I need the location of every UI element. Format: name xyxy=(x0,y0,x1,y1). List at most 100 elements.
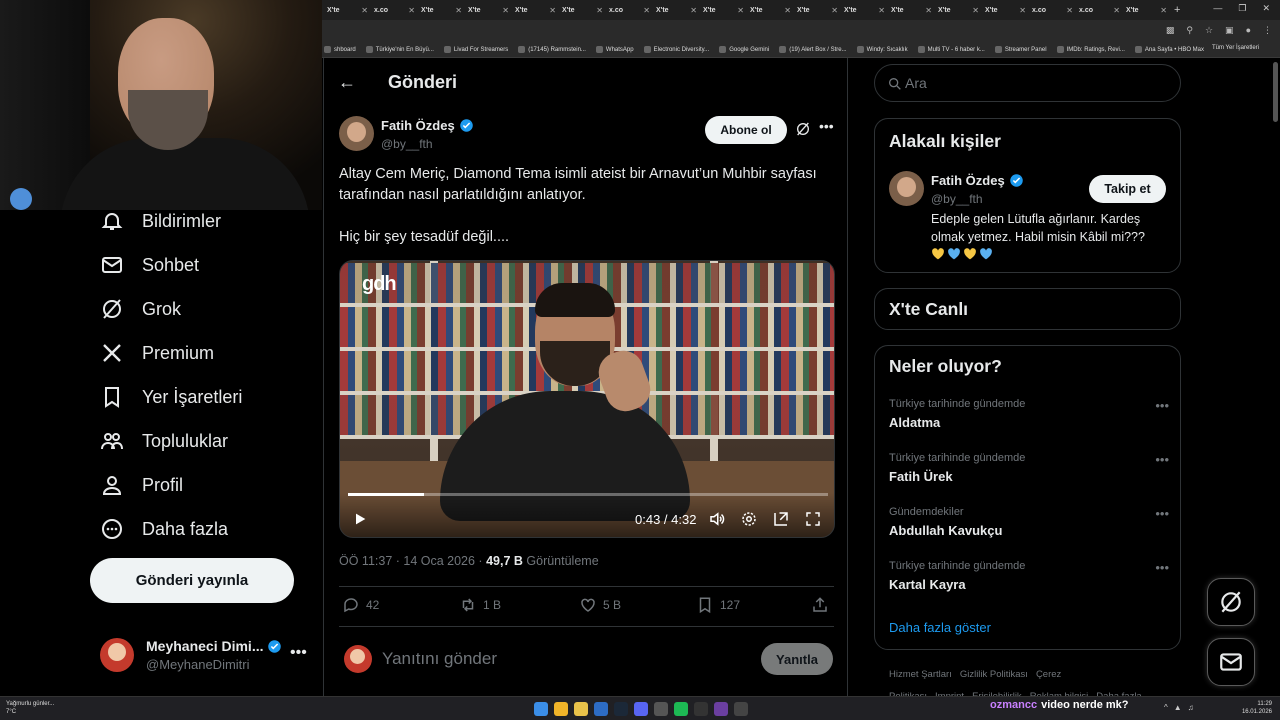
bookmark-item[interactable]: Multi TV - 6 haber k... xyxy=(917,46,985,53)
account-switcher[interactable]: Meyhaneci Dimi... @MeyhaneDimitri ••• xyxy=(100,636,310,680)
trend-item[interactable]: Türkiye tarihinde gündemde Fatih Ürek ••… xyxy=(889,452,1169,484)
weather-widget[interactable]: Yağmurlu günler... 7°C xyxy=(6,700,54,716)
reply-action[interactable]: 42 xyxy=(342,596,379,614)
close-tab-icon[interactable]: ✕ xyxy=(737,6,744,15)
trend-item[interactable]: Gündemdekiler Abdullah Kavukçu ••• xyxy=(889,506,1169,538)
bookmark-item[interactable]: Windy: Sıcaklık xyxy=(856,46,908,53)
browser-tab[interactable]: X'te ✕ xyxy=(324,2,371,18)
app-icon[interactable] xyxy=(594,702,608,716)
footer-link[interactable]: Gizlilik Politikası xyxy=(960,669,1028,680)
browser-tab[interactable]: X'te ✕ xyxy=(1123,2,1170,18)
bookmark-item[interactable]: Electronic Diversity... xyxy=(643,46,709,53)
all-bookmarks[interactable]: Tüm Yer İşaretleri xyxy=(1212,45,1272,51)
more-horizontal-icon[interactable]: ••• xyxy=(290,644,307,662)
chrome-icon[interactable] xyxy=(554,702,568,716)
close-tab-icon[interactable]: ✕ xyxy=(1019,6,1026,15)
settings-gear-icon[interactable] xyxy=(740,510,758,528)
avatar[interactable] xyxy=(889,171,924,206)
nav-item-premium[interactable]: Premium xyxy=(100,338,214,368)
volume-icon[interactable] xyxy=(708,510,726,528)
browser-tab[interactable]: X'te ✕ xyxy=(559,2,606,18)
trend-item[interactable]: Türkiye tarihinde gündemde Kartal Kayra … xyxy=(889,560,1169,592)
more-options-icon[interactable]: ••• xyxy=(1155,506,1169,521)
browser-tab[interactable]: x.co ✕ xyxy=(1029,2,1076,18)
subscribe-button[interactable]: Abone ol xyxy=(705,116,787,144)
volume-icon[interactable]: ♫ xyxy=(1188,703,1194,712)
close-tab-icon[interactable]: ✕ xyxy=(1066,6,1073,15)
back-arrow-icon[interactable]: ← xyxy=(338,72,356,93)
bookmark-item[interactable]: Streamer Panel xyxy=(994,46,1047,53)
share-action[interactable] xyxy=(811,596,829,614)
restore-icon[interactable]: ❐ xyxy=(1238,3,1246,14)
bookmark-item[interactable]: (19) Alert Box / Stre... xyxy=(779,46,847,53)
picture-in-picture-icon[interactable] xyxy=(772,510,790,528)
star-icon[interactable]: ☆ xyxy=(1205,25,1213,36)
close-tab-icon[interactable]: ✕ xyxy=(643,6,650,15)
avatar[interactable] xyxy=(339,116,374,151)
play-icon[interactable] xyxy=(352,511,368,527)
start-icon[interactable] xyxy=(534,702,548,716)
nav-item-bookmarks[interactable]: Yer İşaretleri xyxy=(100,382,242,412)
bookmark-item[interactable]: shboard xyxy=(324,46,356,53)
more-options-icon[interactable]: ••• xyxy=(1155,560,1169,575)
tweet-timestamp[interactable]: ÖÖ 11:37 · 14 Oca 2026 · xyxy=(339,554,486,568)
network-icon[interactable]: ▲ xyxy=(1174,703,1182,712)
browser-tab[interactable]: X'te ✕ xyxy=(935,2,982,18)
author-name-row[interactable]: Fatih Özdeş xyxy=(381,118,474,133)
live-card[interactable]: X'te Canlı xyxy=(874,288,1181,330)
reply-input[interactable]: Yanıtını gönder xyxy=(382,649,497,669)
menu-icon[interactable]: ⋮ xyxy=(1263,25,1272,36)
related-handle[interactable]: @by__fth xyxy=(931,192,983,206)
browser-tab[interactable]: X'te ✕ xyxy=(888,2,935,18)
bookmark-item[interactable]: Ana Sayfa • HBO Max xyxy=(1134,46,1204,53)
like-action[interactable]: 5 B xyxy=(579,596,621,614)
folder-icon[interactable] xyxy=(574,702,588,716)
cast-icon[interactable]: ▩ xyxy=(1166,25,1175,36)
grok-fab[interactable] xyxy=(1207,578,1255,626)
browser-tab[interactable]: X'te ✕ xyxy=(841,2,888,18)
related-name-row[interactable]: Fatih Özdeş xyxy=(931,173,1024,188)
more-options-icon[interactable]: ••• xyxy=(819,118,834,134)
fullscreen-icon[interactable] xyxy=(804,510,822,528)
grok-icon[interactable] xyxy=(795,121,811,137)
search-input[interactable]: Ara xyxy=(874,64,1181,102)
video-progress-bar[interactable] xyxy=(348,493,828,496)
bookmark-item[interactable]: (17145) Rammstein... xyxy=(518,46,586,53)
app-icon[interactable] xyxy=(654,702,668,716)
messages-fab[interactable] xyxy=(1207,638,1255,686)
repost-action[interactable]: 1 B xyxy=(459,596,501,614)
more-options-icon[interactable]: ••• xyxy=(1155,452,1169,467)
bookmark-item[interactable]: WhatsApp xyxy=(595,46,634,53)
browser-tab[interactable]: X'te ✕ xyxy=(982,2,1029,18)
minimize-icon[interactable]: — xyxy=(1213,3,1222,14)
app-icon[interactable] xyxy=(694,702,708,716)
close-tab-icon[interactable]: ✕ xyxy=(1113,6,1120,15)
steam-icon[interactable] xyxy=(614,702,628,716)
show-more-link[interactable]: Daha fazla göster xyxy=(889,620,991,635)
profile-icon[interactable]: ● xyxy=(1246,25,1251,36)
author-handle[interactable]: @by__fth xyxy=(381,137,433,151)
app-icon[interactable] xyxy=(734,702,748,716)
browser-tab[interactable]: X'te ✕ xyxy=(700,2,747,18)
post-button[interactable]: Gönderi yayınla xyxy=(90,558,294,603)
close-tab-icon[interactable]: ✕ xyxy=(549,6,556,15)
nav-item-notifications[interactable]: Bildirimler xyxy=(100,206,221,236)
trend-item[interactable]: Türkiye tarihinde gündemde Aldatma ••• xyxy=(889,398,1169,430)
close-tab-icon[interactable]: ✕ xyxy=(408,6,415,15)
app-icon[interactable] xyxy=(714,702,728,716)
close-window-icon[interactable]: ✕ xyxy=(1262,3,1270,14)
browser-tab[interactable]: X'te ✕ xyxy=(465,2,512,18)
close-tab-icon[interactable]: ✕ xyxy=(596,6,603,15)
bookmark-item[interactable]: IMDb: Ratings, Revi... xyxy=(1056,46,1125,53)
close-tab-icon[interactable]: ✕ xyxy=(455,6,462,15)
close-tab-icon[interactable]: ✕ xyxy=(925,6,932,15)
chevron-up-icon[interactable]: ^ xyxy=(1164,703,1168,712)
nav-item-communities[interactable]: Topluluklar xyxy=(100,426,228,456)
close-tab-icon[interactable]: ✕ xyxy=(878,6,885,15)
close-tab-icon[interactable]: ✕ xyxy=(831,6,838,15)
browser-tab[interactable]: x.co ✕ xyxy=(1076,2,1123,18)
browser-tab[interactable]: x.co ✕ xyxy=(606,2,653,18)
close-tab-icon[interactable]: ✕ xyxy=(502,6,509,15)
nav-item-more[interactable]: Daha fazla xyxy=(100,514,228,544)
spotify-icon[interactable] xyxy=(674,702,688,716)
